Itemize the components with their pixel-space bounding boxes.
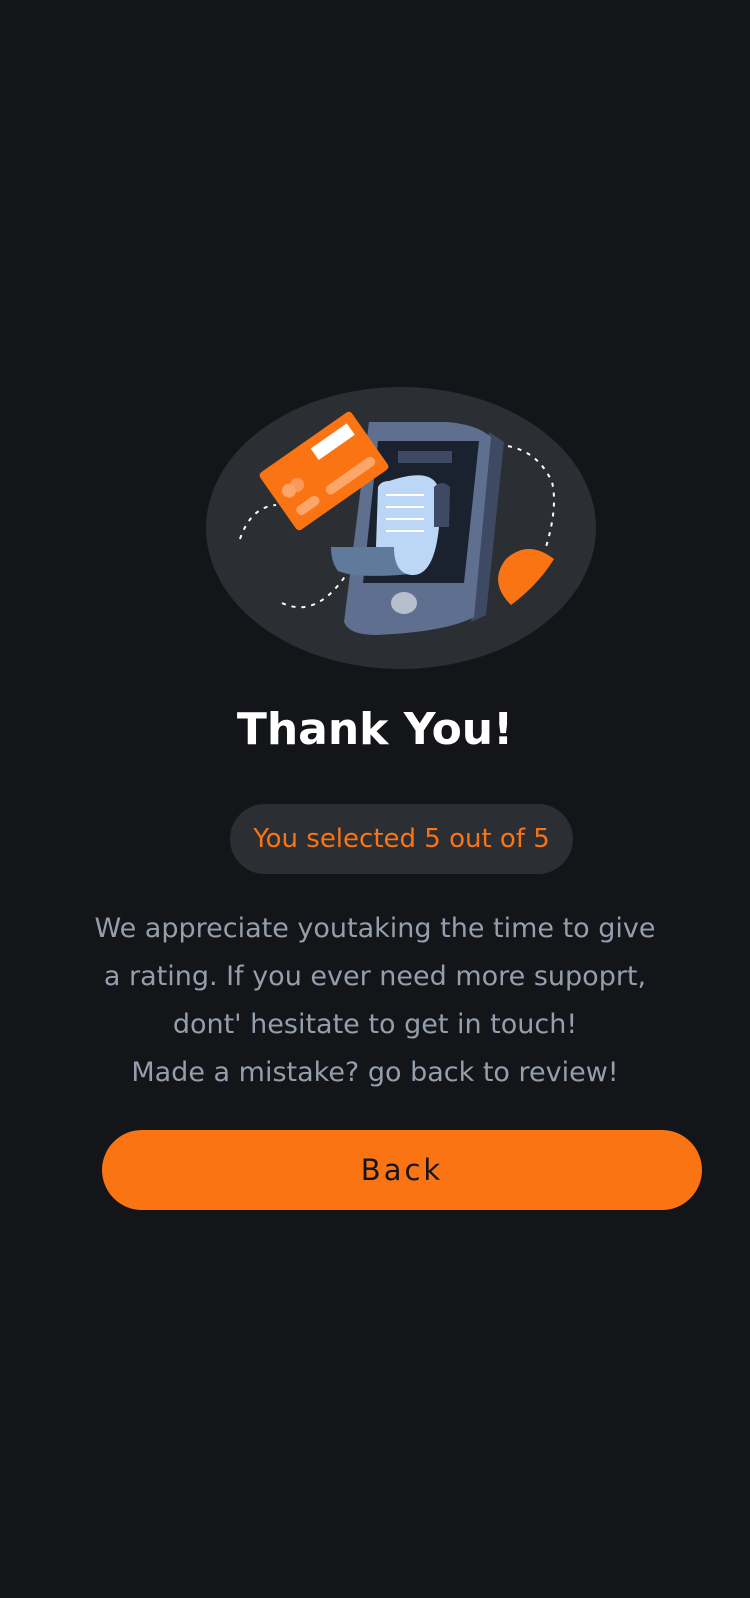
message-line: We appreciate youtaking the time to give [94, 913, 656, 944]
receipt-shadow [434, 483, 450, 527]
phone-home-button [391, 592, 417, 614]
thank-you-page: Thank You! You selected 5 out of 5 We ap… [0, 0, 750, 1598]
page-title: Thank You! [236, 704, 514, 755]
phone-screen-bar [398, 451, 452, 463]
message-line: a rating. If you ever need more supoprt, [103, 961, 647, 992]
rating-selection-text: You selected 5 out of 5 [253, 824, 550, 854]
message-line: Made a mistake? go back to review! [131, 1057, 619, 1088]
phone-payment-illustration [206, 387, 596, 669]
back-button[interactable]: Back [102, 1130, 702, 1210]
message-line: dont' hesitate to get in touch! [172, 1009, 578, 1040]
rating-selection-badge: You selected 5 out of 5 [230, 804, 573, 874]
thank-you-message: We appreciate youtaking the time to give… [60, 905, 690, 1097]
